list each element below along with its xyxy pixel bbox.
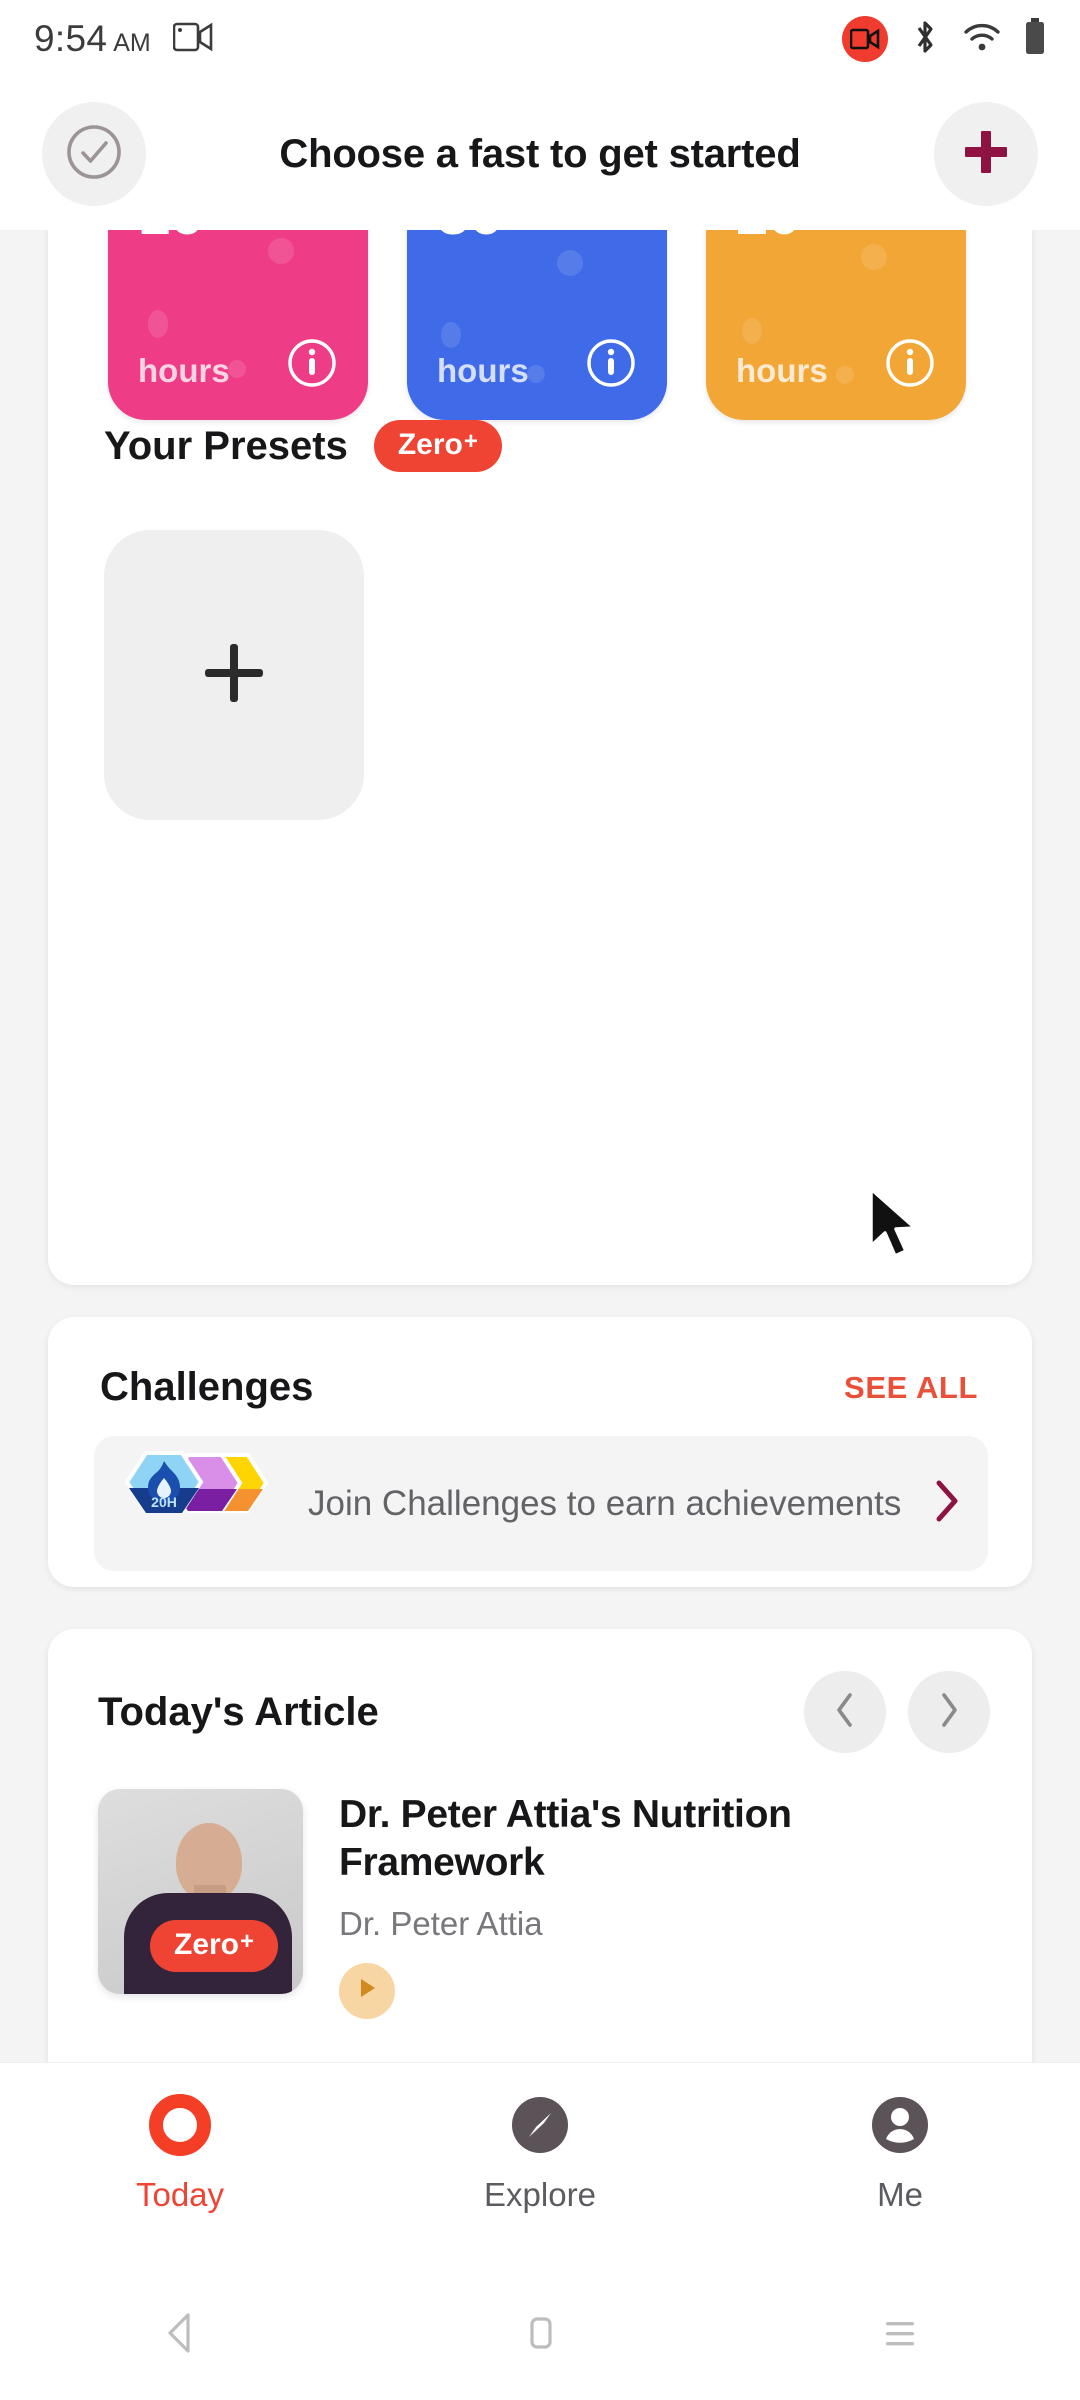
back-triangle-icon bbox=[158, 2309, 202, 2362]
presets-title: Your Presets bbox=[104, 423, 348, 468]
article-prev-button[interactable] bbox=[804, 1671, 886, 1753]
app-bar: Choose a fast to get started bbox=[0, 78, 1080, 230]
presets-header: Your Presets Zero + bbox=[48, 420, 1032, 472]
recents-menu-icon bbox=[878, 2311, 922, 2360]
add-fast-button[interactable] bbox=[934, 102, 1038, 206]
tab-today-label: Today bbox=[135, 2176, 225, 2213]
android-back-button[interactable] bbox=[0, 2309, 360, 2362]
fast-chip-unit: hours bbox=[138, 352, 230, 389]
scroll-content[interactable]: 16 hours 36 hours bbox=[0, 230, 1080, 2062]
join-challenges-text: Join Challenges to earn achievements bbox=[308, 1483, 902, 1523]
chevron-right-icon bbox=[937, 1690, 961, 1735]
chevron-right-icon[interactable] bbox=[932, 1477, 962, 1530]
wifi-icon bbox=[962, 20, 1002, 59]
zero-plus-badge: Zero + bbox=[150, 1920, 279, 1972]
fast-preset-row[interactable]: 16 hours 36 hours bbox=[48, 230, 1032, 420]
check-circle-icon bbox=[65, 123, 123, 186]
home-square-icon bbox=[520, 2309, 560, 2362]
plus-icon bbox=[197, 636, 271, 715]
zero-plus-badge: Zero + bbox=[373, 420, 502, 472]
plus-icon bbox=[960, 126, 1012, 183]
article-header: Today's Article bbox=[48, 1629, 1032, 1753]
status-clock: 9:54 AM bbox=[34, 18, 151, 60]
info-icon[interactable] bbox=[585, 337, 637, 394]
zero-badge-sup: + bbox=[240, 1928, 255, 1955]
compass-icon bbox=[506, 2091, 574, 2164]
status-time: 9:54 bbox=[34, 18, 108, 59]
challenge-badges-icon: 20H bbox=[122, 1445, 282, 1562]
fast-chip-16[interactable]: 16 hours bbox=[108, 230, 368, 420]
article-section-title: Today's Article bbox=[98, 1689, 379, 1734]
info-icon[interactable] bbox=[884, 337, 936, 394]
fast-chip-hours: 36 bbox=[437, 230, 502, 244]
challenges-title: Challenges bbox=[100, 1365, 314, 1409]
status-bar-left: 9:54 AM bbox=[34, 18, 213, 60]
zero-badge-label: Zero bbox=[397, 428, 463, 461]
challenges-card: Challenges SEE ALL 20H Join Challenges t… bbox=[48, 1317, 1032, 1587]
tab-explore-label: Explore bbox=[484, 2176, 596, 2213]
recording-badge-icon bbox=[842, 16, 888, 62]
android-home-button[interactable] bbox=[360, 2309, 720, 2362]
article-body[interactable]: Zero + Dr. Peter Attia's Nutrition Framew… bbox=[48, 1753, 1032, 2019]
article-play-button[interactable] bbox=[339, 1962, 395, 2019]
ring-icon bbox=[146, 2091, 214, 2164]
zero-badge-sup: + bbox=[463, 428, 478, 455]
article-thumbnail[interactable]: Zero + bbox=[98, 1789, 303, 1994]
bluetooth-icon bbox=[910, 18, 940, 61]
zero-badge-label: Zero bbox=[174, 1928, 240, 1961]
presets-card: 16 hours 36 hours bbox=[48, 230, 1032, 1285]
person-icon bbox=[866, 2091, 934, 2164]
todays-article-card: Today's Article Zero + Dr. Peter Attia's… bbox=[48, 1629, 1032, 2062]
article-next-button[interactable] bbox=[908, 1671, 990, 1753]
android-recents-button[interactable] bbox=[720, 2311, 1080, 2360]
android-nav-bar bbox=[0, 2270, 1080, 2400]
article-nav-buttons bbox=[804, 1671, 990, 1753]
info-icon[interactable] bbox=[286, 337, 338, 394]
add-preset-button[interactable] bbox=[104, 530, 364, 820]
tab-explore[interactable]: Explore bbox=[360, 2091, 720, 2214]
challenges-header: Challenges SEE ALL bbox=[48, 1317, 1032, 1410]
svg-text:20H: 20H bbox=[151, 1494, 177, 1510]
article-title: Dr. Peter Attia's Nutrition Framework bbox=[339, 1793, 792, 1884]
phone-screen: 9:54 AM Choose a fast to get started hou… bbox=[0, 0, 1080, 2400]
fast-chip-20[interactable]: 20 hours bbox=[706, 230, 966, 420]
tab-me[interactable]: Me bbox=[720, 2091, 1080, 2214]
play-icon bbox=[355, 1975, 379, 2006]
join-challenges-banner[interactable]: 20H Join Challenges to earn achievements bbox=[94, 1436, 988, 1571]
bottom-tab-bar: Today Explore Me bbox=[0, 2062, 1080, 2270]
article-meta: Dr. Peter Attia's Nutrition Framework Dr… bbox=[339, 1789, 992, 2019]
chevron-left-icon bbox=[833, 1690, 857, 1735]
fast-chip-hours: 16 bbox=[138, 230, 203, 244]
fast-chip-unit: hours bbox=[437, 352, 529, 389]
tab-me-label: Me bbox=[877, 2176, 923, 2213]
page-title: Choose a fast to get started bbox=[279, 131, 801, 176]
battery-icon bbox=[1024, 17, 1046, 61]
tab-today[interactable]: Today bbox=[0, 2091, 360, 2214]
fast-chip-hours: 20 bbox=[736, 230, 801, 244]
check-circle-button[interactable] bbox=[42, 102, 146, 206]
see-all-link[interactable]: SEE ALL bbox=[844, 1370, 978, 1406]
screen-record-icon bbox=[172, 21, 213, 58]
status-bar-right bbox=[842, 16, 1046, 62]
fast-chip-unit: hours bbox=[736, 352, 828, 389]
article-author: Dr. Peter Attia bbox=[339, 1904, 543, 1942]
status-bar: 9:54 AM bbox=[0, 0, 1080, 78]
status-ampm: AM bbox=[113, 29, 151, 57]
fast-chip-36[interactable]: 36 hours bbox=[407, 230, 667, 420]
